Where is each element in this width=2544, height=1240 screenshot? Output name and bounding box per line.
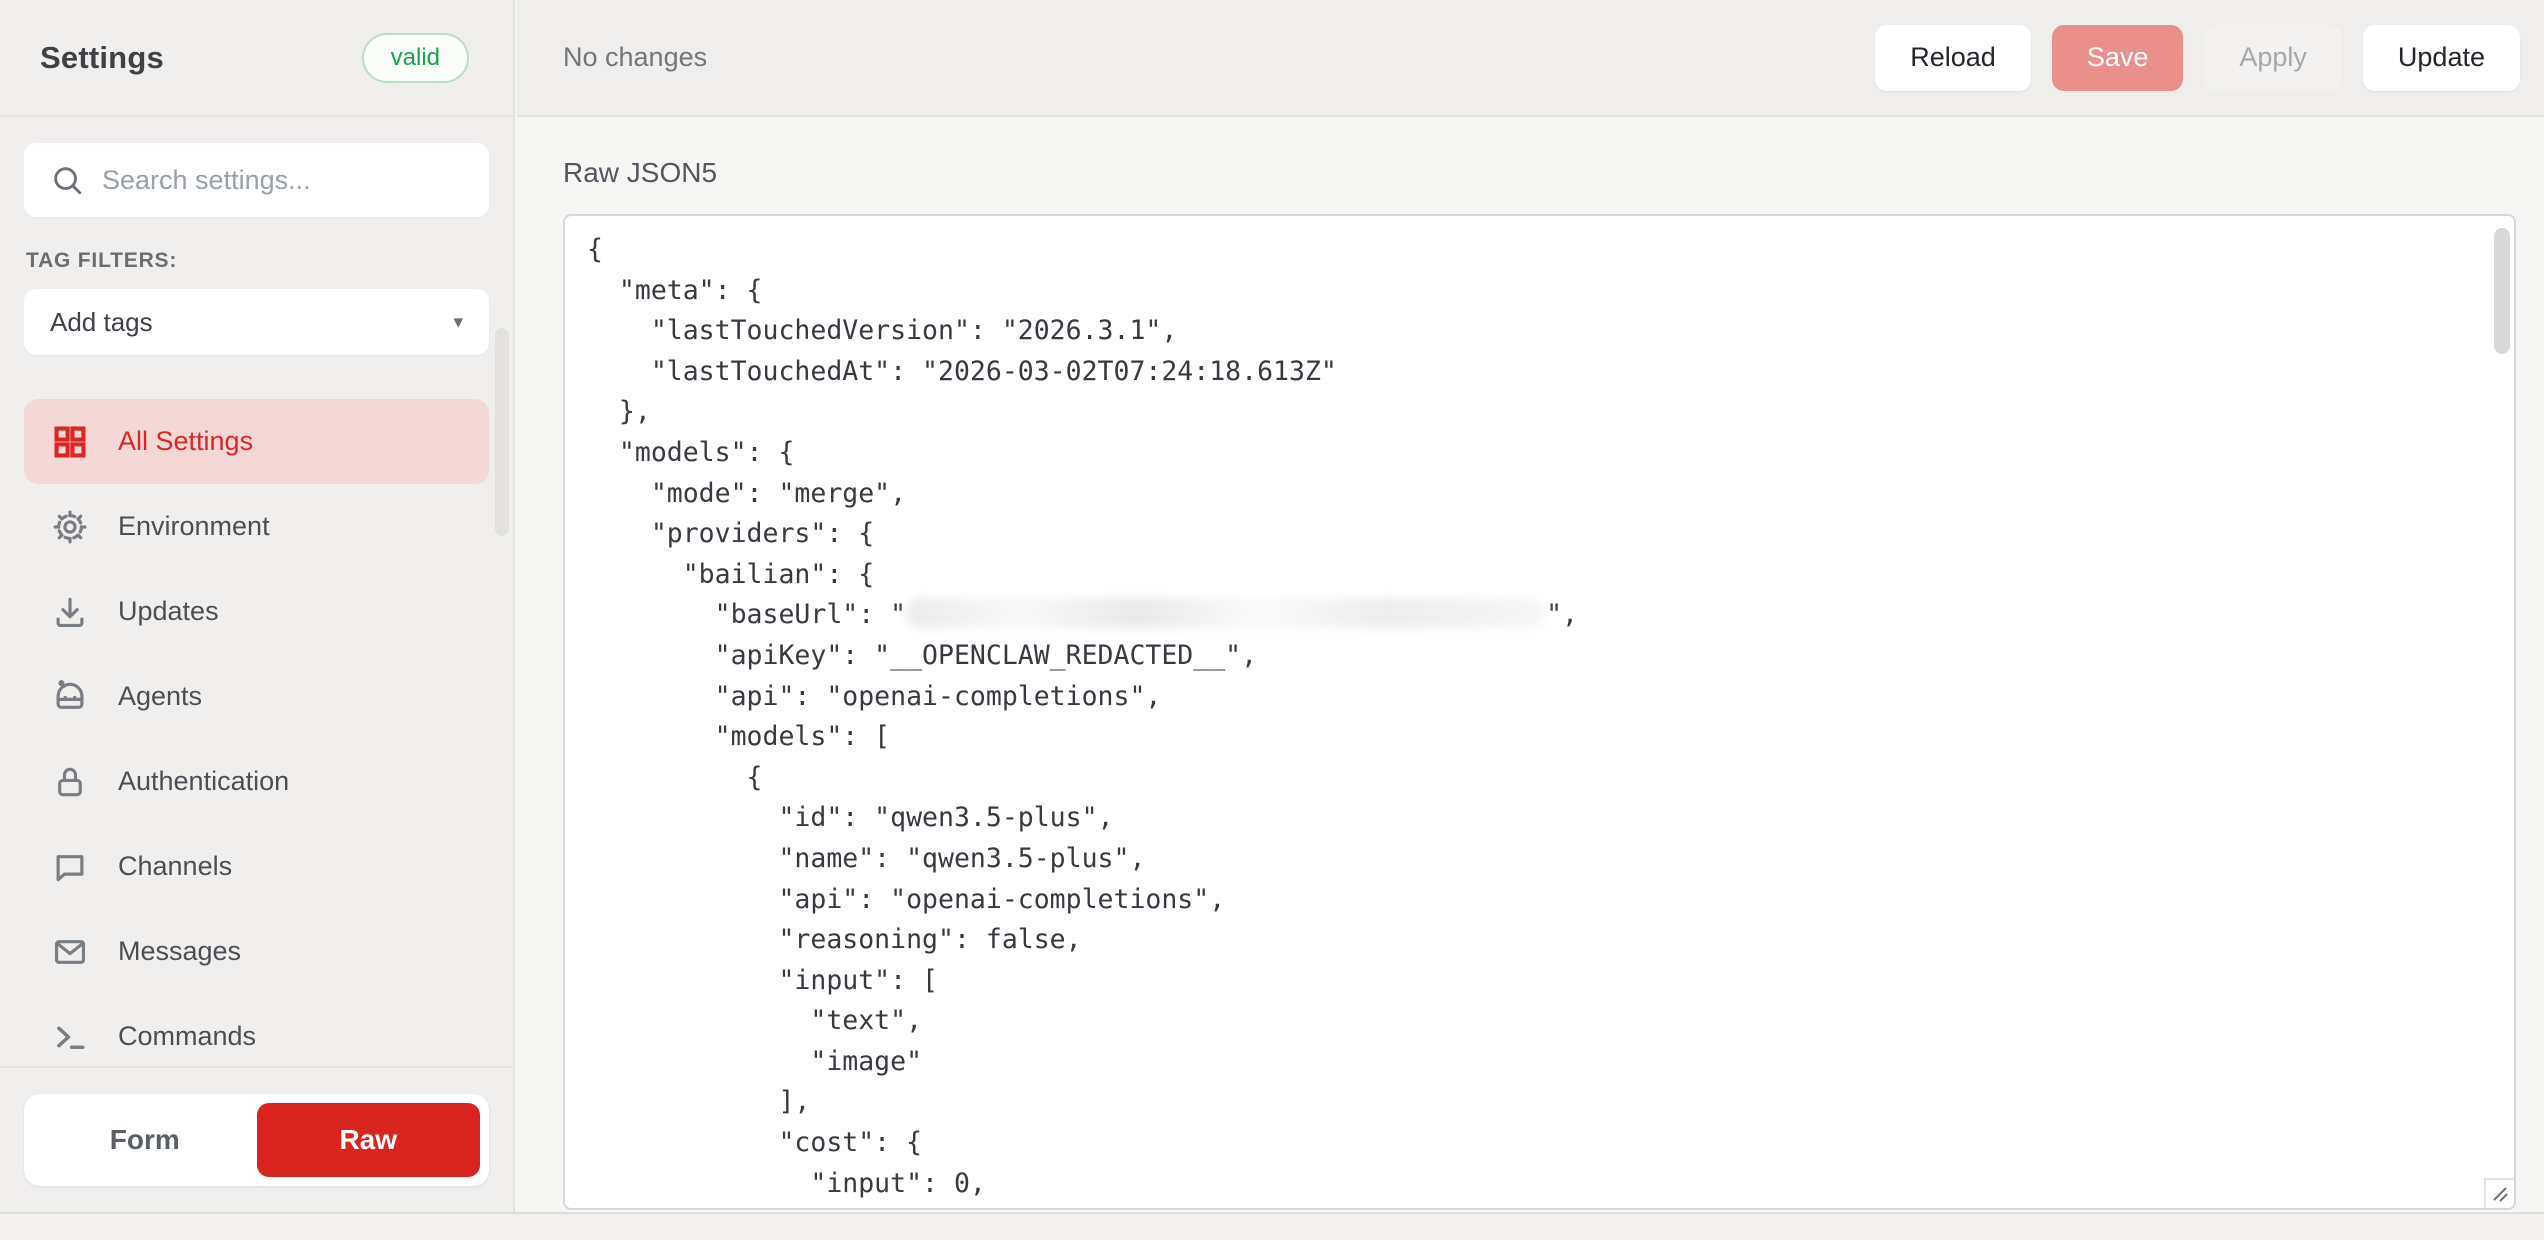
bottom-strip (0, 1212, 2544, 1240)
code-line: "providers": { (587, 514, 2514, 555)
code-line: "models": [ (587, 717, 2514, 758)
main-content: Raw JSON5 { "meta": { "lastTouchedVersio… (517, 119, 2544, 1212)
sidebar-item-label: Authentication (118, 766, 289, 797)
redacted-base-url (906, 598, 1546, 628)
sidebar-item-authentication[interactable]: Authentication (24, 739, 489, 824)
code-line: "api": "openai-completions", (587, 880, 2514, 921)
sidebar-item-label: All Settings (118, 426, 253, 457)
reload-button[interactable]: Reload (1875, 25, 2031, 91)
code-line: "reasoning": false, (587, 920, 2514, 961)
raw-json5-label: Raw JSON5 (563, 157, 717, 189)
resize-handle-icon[interactable] (2484, 1178, 2514, 1208)
save-button[interactable]: Save (2052, 25, 2184, 91)
sidebar-header: Settings valid (0, 0, 513, 117)
header-actions: Reload Save Apply Update (1875, 25, 2520, 91)
code-line: "models": { (587, 433, 2514, 474)
chat-icon (50, 847, 90, 887)
code-line: "mode": "merge", (587, 474, 2514, 515)
terminal-icon (50, 1017, 90, 1057)
robot-icon (50, 677, 90, 717)
search-icon (50, 163, 84, 197)
sidebar-item-agents[interactable]: Agents (24, 654, 489, 739)
code-line: "input": [ (587, 961, 2514, 1002)
sidebar-item-label: Environment (118, 511, 270, 542)
sidebar-item-label: Channels (118, 851, 232, 882)
search-box[interactable] (24, 143, 489, 217)
grid-icon (50, 422, 90, 462)
sidebar-item-messages[interactable]: Messages (24, 909, 489, 994)
code-line: { (587, 758, 2514, 799)
code-line: "baseUrl": "", (587, 595, 2514, 636)
raw-view-button[interactable]: Raw (257, 1103, 481, 1177)
mail-icon (50, 932, 90, 972)
download-icon (50, 592, 90, 632)
sidebar-item-updates[interactable]: Updates (24, 569, 489, 654)
sidebar-body: TAG FILTERS: Add tags ▾ All Settings (0, 117, 513, 1079)
sidebar-item-all-settings[interactable]: All Settings (24, 399, 489, 484)
code-line: "id": "qwen3.5-plus", (587, 798, 2514, 839)
sidebar: Settings valid TAG FILTERS: Add tags ▾ (0, 0, 515, 1212)
code-line: "lastTouchedVersion": "2026.3.1", (587, 311, 2514, 352)
code-line: "image" (587, 1042, 2514, 1083)
apply-button[interactable]: Apply (2204, 25, 2342, 91)
code-line: }, (587, 392, 2514, 433)
add-tags-value: Add tags (50, 307, 153, 338)
sidebar-item-label: Messages (118, 936, 241, 967)
code-line: "input": 0, (587, 1164, 2514, 1205)
sidebar-item-label: Updates (118, 596, 219, 627)
view-mode-toggle: Form Raw (24, 1094, 489, 1186)
raw-json5-editor[interactable]: { "meta": { "lastTouchedVersion": "2026.… (563, 214, 2516, 1210)
settings-app: Settings valid TAG FILTERS: Add tags ▾ (0, 0, 2544, 1240)
code-line: "bailian": { (587, 555, 2514, 596)
main-header: No changes Reload Save Apply Update (517, 0, 2544, 117)
editor-scrollbar[interactable] (2494, 228, 2510, 354)
code-line: "meta": { (587, 271, 2514, 312)
code-line: "apiKey": "__OPENCLAW_REDACTED__", (587, 636, 2514, 677)
code-line: "text", (587, 1001, 2514, 1042)
valid-status-badge: valid (362, 33, 469, 83)
page-title: Settings (40, 40, 164, 76)
code-line: "output": 0, (587, 1204, 2514, 1210)
code-line: ], (587, 1082, 2514, 1123)
lock-icon (50, 762, 90, 802)
changes-status-text: No changes (563, 42, 707, 73)
sidebar-item-label: Agents (118, 681, 202, 712)
sidebar-item-environment[interactable]: Environment (24, 484, 489, 569)
update-button[interactable]: Update (2363, 25, 2520, 91)
sidebar-scrollbar[interactable] (495, 328, 509, 536)
caret-down-icon: ▾ (453, 311, 463, 334)
add-tags-select[interactable]: Add tags ▾ (24, 289, 489, 355)
code-content[interactable]: { "meta": { "lastTouchedVersion": "2026.… (565, 216, 2514, 1210)
form-view-button[interactable]: Form (33, 1103, 257, 1177)
sidebar-item-label: Commands (118, 1021, 256, 1052)
code-line: { (587, 230, 2514, 271)
code-line: "lastTouchedAt": "2026-03-02T07:24:18.61… (587, 352, 2514, 393)
tag-filters-label: TAG FILTERS: (26, 249, 489, 273)
code-line: "api": "openai-completions", (587, 677, 2514, 718)
sidebar-nav: All Settings Environment (24, 399, 489, 1079)
sidebar-footer: Form Raw (0, 1066, 513, 1212)
code-line: "cost": { (587, 1123, 2514, 1164)
gear-icon (50, 507, 90, 547)
sidebar-item-channels[interactable]: Channels (24, 824, 489, 909)
search-input[interactable] (102, 165, 489, 196)
code-line: "name": "qwen3.5-plus", (587, 839, 2514, 880)
